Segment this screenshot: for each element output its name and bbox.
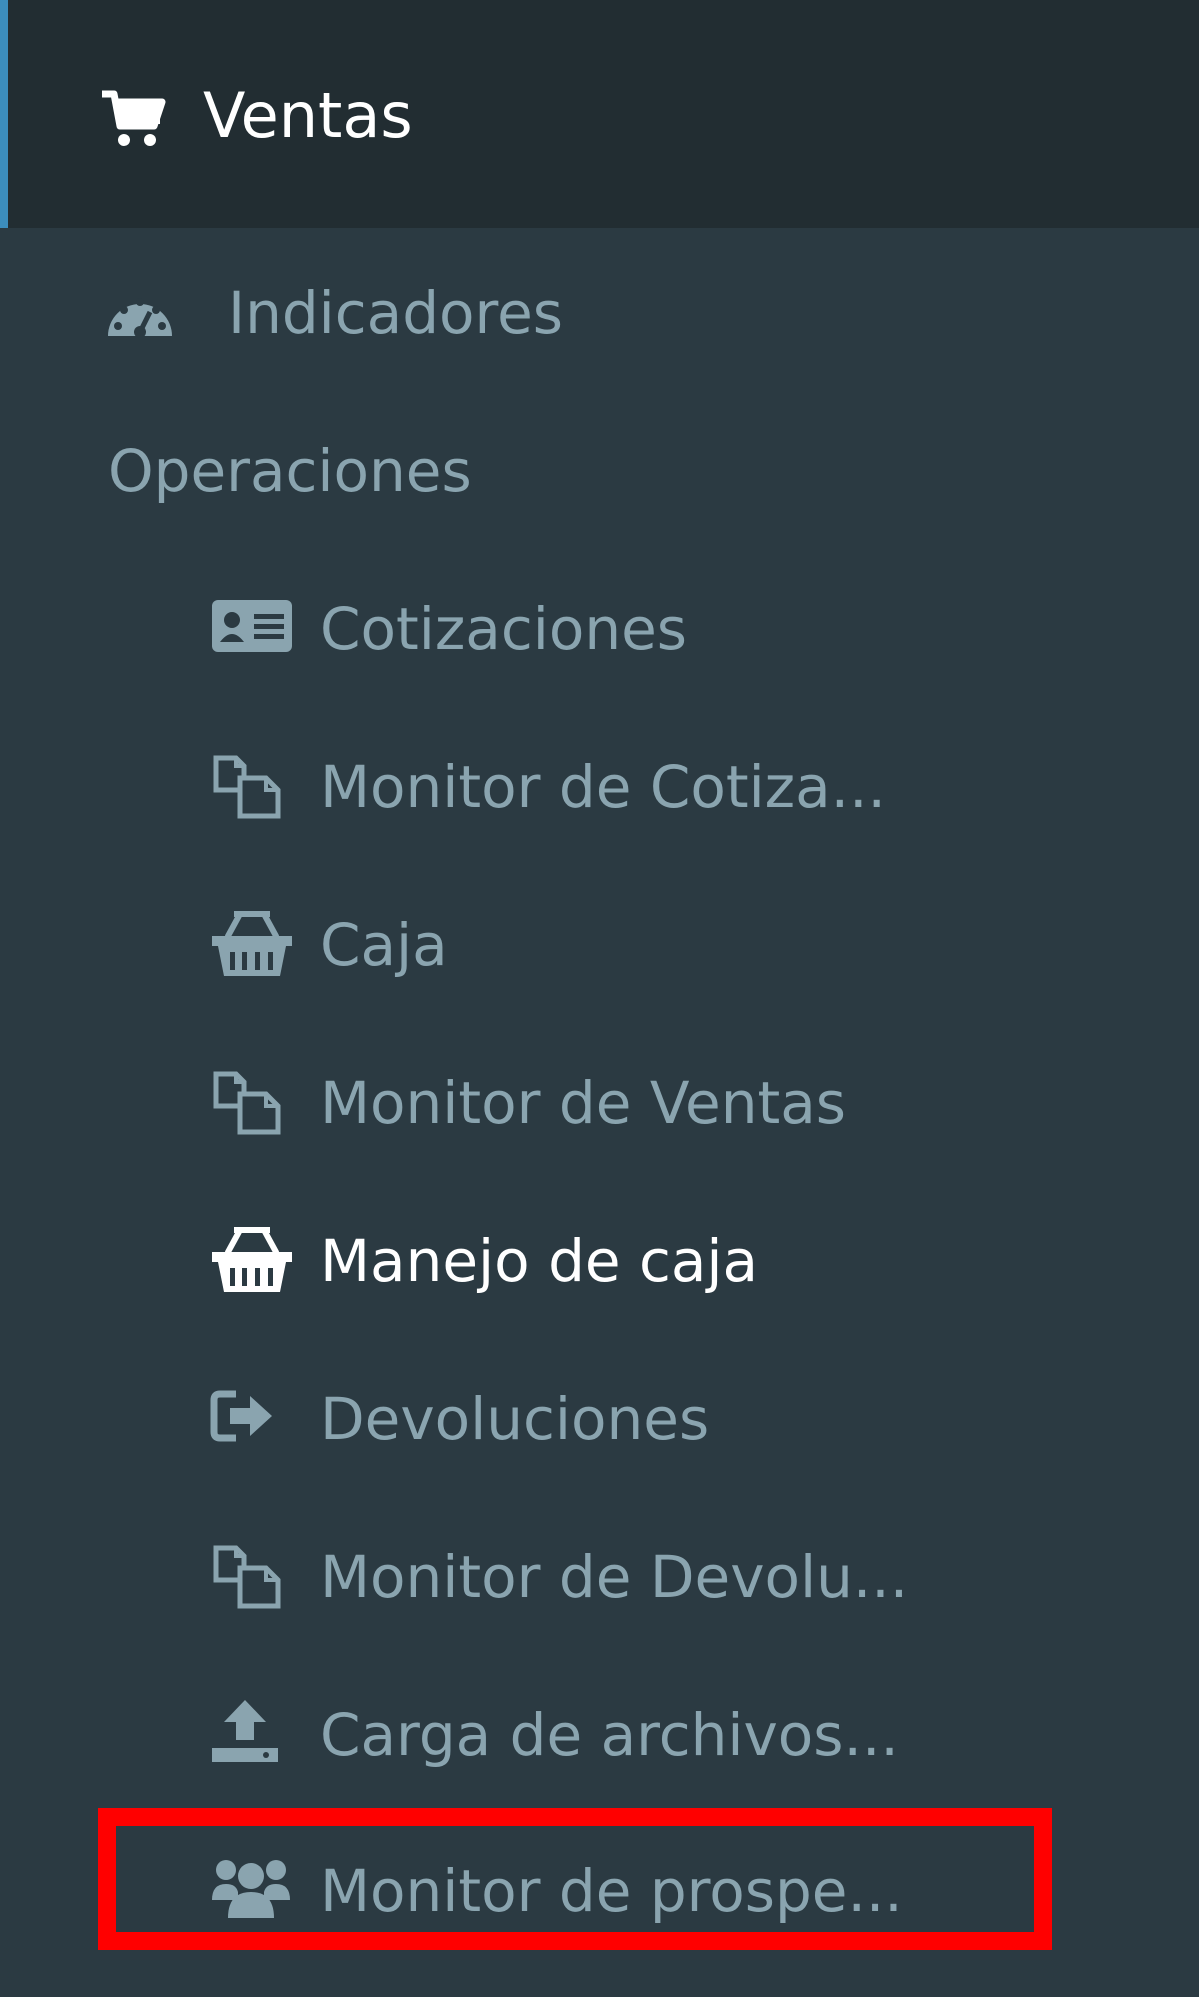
id-card-icon (210, 596, 294, 658)
sign-out-icon (210, 1388, 294, 1450)
sidebar-item-cotizaciones[interactable]: Cotizaciones (0, 584, 1199, 674)
sidebar-item-indicadores[interactable]: Indicadores (0, 268, 1199, 358)
sidebar-item-manejo-caja[interactable]: Manejo de caja (0, 1216, 1199, 1306)
section-header-operaciones: Operaciones (108, 437, 472, 505)
sidebar-item-label: Indicadores (228, 279, 564, 347)
basket-icon (210, 1222, 294, 1292)
sidebar-item-carga-archivos[interactable]: Carga de archivos... (0, 1690, 1199, 1780)
sidebar-menu: Ventas Indicadores Operaciones Cotizacio… (0, 0, 1199, 1997)
sidebar-item-label: Monitor de Devolu... (320, 1543, 909, 1611)
sidebar-item-label: Cotizaciones (320, 595, 687, 663)
shopping-cart-icon (100, 86, 166, 152)
sidebar-item-label: Devoluciones (320, 1385, 710, 1453)
sidebar-item-label: Monitor de Ventas (320, 1069, 846, 1137)
sidebar-item-label: Caja (320, 911, 448, 979)
dashboard-icon (104, 286, 188, 348)
upload-icon (210, 1696, 294, 1762)
copy-icon (210, 1540, 294, 1609)
sidebar-item-monitor-ventas[interactable]: Monitor de Ventas (0, 1058, 1199, 1148)
copy-icon (210, 1066, 294, 1135)
copy-icon (210, 750, 294, 819)
sidebar-item-label: Carga de archivos... (320, 1701, 899, 1769)
sidebar-item-monitor-devoluciones[interactable]: Monitor de Devolu... (0, 1532, 1199, 1622)
sidebar-item-label: Manejo de caja (320, 1227, 759, 1295)
sidebar-item-caja[interactable]: Caja (0, 900, 1199, 990)
sidebar-item-monitor-cotizaciones[interactable]: Monitor de Cotiza... (0, 742, 1199, 832)
highlight-box (98, 1808, 1052, 1950)
sidebar-item-devoluciones[interactable]: Devoluciones (0, 1374, 1199, 1464)
sidebar-item-label: Monitor de Cotiza... (320, 753, 886, 821)
sidebar-header-ventas[interactable]: Ventas (0, 0, 1199, 228)
basket-icon (210, 906, 294, 976)
sidebar-header-label: Ventas (203, 79, 413, 152)
